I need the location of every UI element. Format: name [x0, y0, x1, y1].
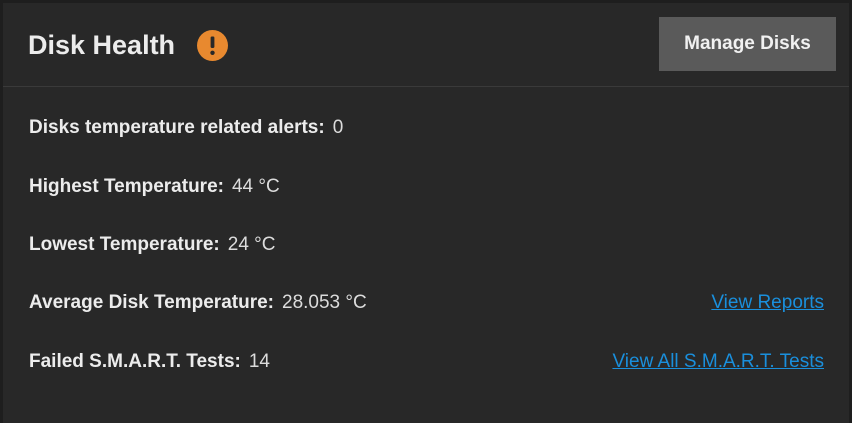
disk-health-card: Disk Health Manage Disks Disks temperatu… — [3, 3, 849, 423]
failed-smart-value: 14 — [248, 351, 270, 372]
highest-temp-value: 44 °C — [231, 176, 280, 197]
failed-smart-row: Failed S.M.A.R.T. Tests: 14 — [29, 349, 270, 375]
avg-temp-value: 28.053 °C — [282, 292, 367, 313]
lowest-temp-label: Lowest Temperature: — [29, 234, 220, 255]
view-reports-link[interactable]: View Reports — [711, 290, 824, 316]
highest-temp-label: Highest Temperature: — [29, 176, 224, 197]
temp-alerts-row: Disks temperature related alerts: 0 — [29, 115, 343, 141]
highest-temp-row: Highest Temperature: 44 °C — [29, 174, 280, 200]
exclamation-circle-icon[interactable] — [197, 30, 228, 61]
lowest-temp-row: Lowest Temperature: 24 °C — [29, 232, 275, 258]
view-all-smart-tests-link[interactable]: View All S.M.A.R.T. Tests — [612, 349, 824, 375]
avg-temp-row: Average Disk Temperature: 28.053 °C — [29, 290, 367, 316]
lowest-temp-value: 24 °C — [227, 234, 276, 255]
card-title: Disk Health — [28, 30, 176, 60]
avg-temp-label: Average Disk Temperature: — [29, 292, 274, 313]
manage-disks-button[interactable]: Manage Disks — [659, 17, 836, 71]
failed-smart-label: Failed S.M.A.R.T. Tests: — [29, 351, 241, 372]
temp-alerts-label: Disks temperature related alerts: — [29, 117, 325, 138]
temp-alerts-value: 0 — [332, 117, 344, 138]
card-header: Disk Health Manage Disks — [3, 3, 849, 87]
